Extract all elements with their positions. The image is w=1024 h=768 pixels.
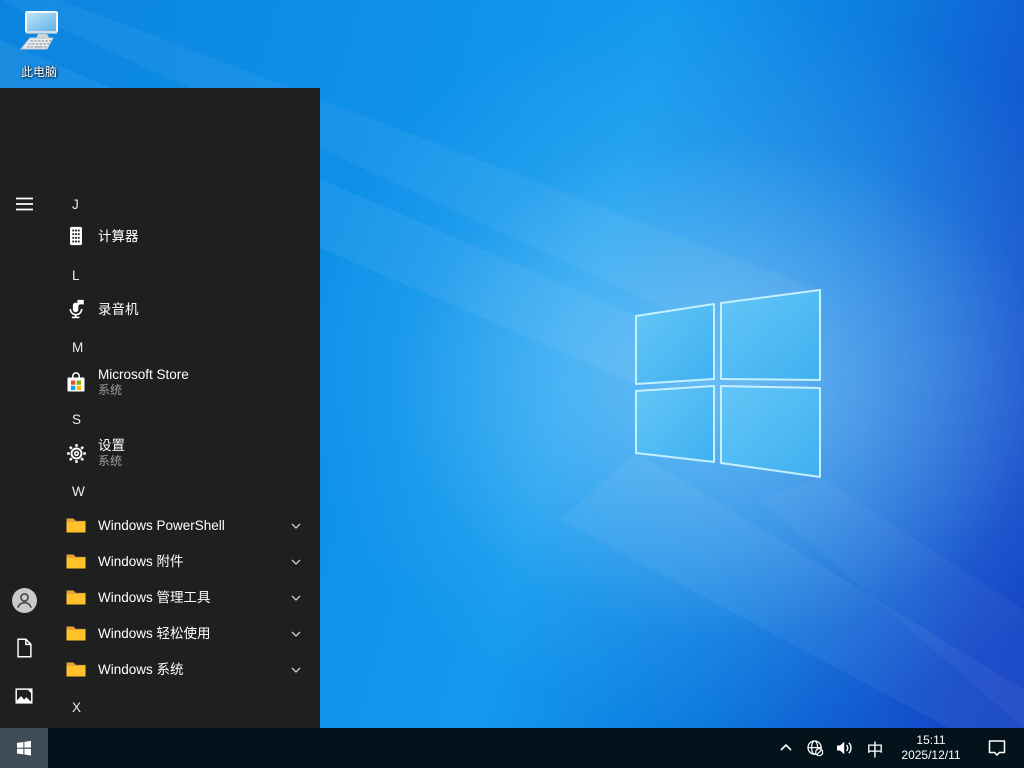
desktop-icon-label: 此电脑 xyxy=(20,65,57,79)
pictures-button[interactable] xyxy=(0,672,48,720)
voice-recorder-icon xyxy=(64,297,88,321)
menu-item-settings[interactable]: 设置 系统 xyxy=(48,431,320,475)
expand-menu-button[interactable] xyxy=(0,180,48,228)
start-button[interactable] xyxy=(0,728,48,768)
menu-item-subtitle: 系统 xyxy=(98,383,123,397)
user-avatar-icon xyxy=(11,587,37,613)
clock-date: 2025/12/11 xyxy=(901,748,961,762)
volume-button[interactable] xyxy=(833,728,855,768)
menu-item-calculator[interactable]: 计算器 xyxy=(48,218,320,254)
section-letter-j[interactable]: J xyxy=(48,192,320,216)
desktop-icon-this-pc[interactable]: 此电脑 xyxy=(4,10,74,80)
menu-item-voice-recorder[interactable]: 录音机 xyxy=(48,291,320,327)
menu-item-label: Windows PowerShell xyxy=(98,517,225,533)
menu-folder-windows-system[interactable]: Windows 系统 xyxy=(48,651,320,687)
document-icon xyxy=(17,638,32,658)
folder-icon xyxy=(64,657,88,681)
taskbar: 中 15:11 2025/12/11 xyxy=(0,728,1024,768)
section-letter-w[interactable]: W xyxy=(48,479,320,503)
system-tray: 中 15:11 2025/12/11 xyxy=(775,728,1024,768)
section-letter-x[interactable]: X xyxy=(48,695,320,719)
menu-item-label: Windows 附件 xyxy=(98,553,184,569)
menu-item-microsoft-store[interactable]: Microsoft Store 系统 xyxy=(48,360,320,404)
menu-folder-windows-powershell[interactable]: Windows PowerShell xyxy=(48,507,320,543)
chevron-down-icon[interactable] xyxy=(290,627,302,639)
menu-item-label: Microsoft Store xyxy=(98,367,189,382)
volume-icon xyxy=(837,741,852,755)
network-globe-icon xyxy=(807,740,824,757)
microsoft-store-icon xyxy=(64,370,88,394)
windows-logo-icon xyxy=(17,740,31,756)
menu-item-label: 计算器 xyxy=(98,228,139,244)
folder-icon xyxy=(64,585,88,609)
folder-icon xyxy=(64,621,88,645)
this-pc-icon xyxy=(13,10,65,61)
menu-item-label: Windows 管理工具 xyxy=(98,589,211,605)
chevron-down-icon[interactable] xyxy=(290,663,302,675)
settings-button[interactable] xyxy=(0,720,48,728)
action-center-button[interactable] xyxy=(982,728,1012,768)
settings-gear-icon xyxy=(64,441,88,465)
menu-item-label: 录音机 xyxy=(98,301,139,317)
section-letter-l[interactable]: L xyxy=(48,263,320,287)
documents-button[interactable] xyxy=(0,624,48,672)
notification-icon xyxy=(988,740,1006,756)
menu-folder-windows-accessories[interactable]: Windows 附件 xyxy=(48,543,320,579)
chevron-down-icon[interactable] xyxy=(290,555,302,567)
taskbar-empty-area[interactable] xyxy=(48,728,775,768)
clock-time: 15:11 xyxy=(916,733,946,747)
menu-item-subtitle: 系统 xyxy=(98,454,123,468)
menu-item-label: Windows 轻松使用 xyxy=(98,625,211,641)
calculator-icon xyxy=(64,224,88,248)
section-letter-s[interactable]: S xyxy=(48,407,320,431)
windows-desktop: 此电脑 J 计算器 L 录音机 M Microsoft Store 系统 S 设… xyxy=(0,0,1024,768)
section-letter-m[interactable]: M xyxy=(48,335,320,359)
folder-icon xyxy=(64,549,88,573)
start-menu-rail xyxy=(0,88,48,728)
hamburger-icon xyxy=(15,197,33,211)
start-menu: J 计算器 L 录音机 M Microsoft Store 系统 S 设置 系统… xyxy=(0,88,320,728)
chevron-up-icon xyxy=(780,743,792,751)
ime-indicator[interactable]: 中 xyxy=(862,728,888,768)
user-account-button[interactable] xyxy=(0,576,48,624)
menu-folder-windows-admin-tools[interactable]: Windows 管理工具 xyxy=(48,579,320,615)
chevron-down-icon[interactable] xyxy=(290,519,302,531)
menu-folder-windows-ease-of-access[interactable]: Windows 轻松使用 xyxy=(48,615,320,651)
tray-overflow-button[interactable] xyxy=(775,728,797,768)
chevron-down-icon[interactable] xyxy=(290,591,302,603)
menu-item-label: 设置 xyxy=(98,438,125,453)
taskbar-clock[interactable]: 15:11 2025/12/11 xyxy=(895,728,967,768)
folder-icon xyxy=(64,513,88,537)
network-button[interactable] xyxy=(804,728,826,768)
menu-item-label: Windows 系统 xyxy=(98,661,184,677)
pictures-icon xyxy=(15,688,33,704)
